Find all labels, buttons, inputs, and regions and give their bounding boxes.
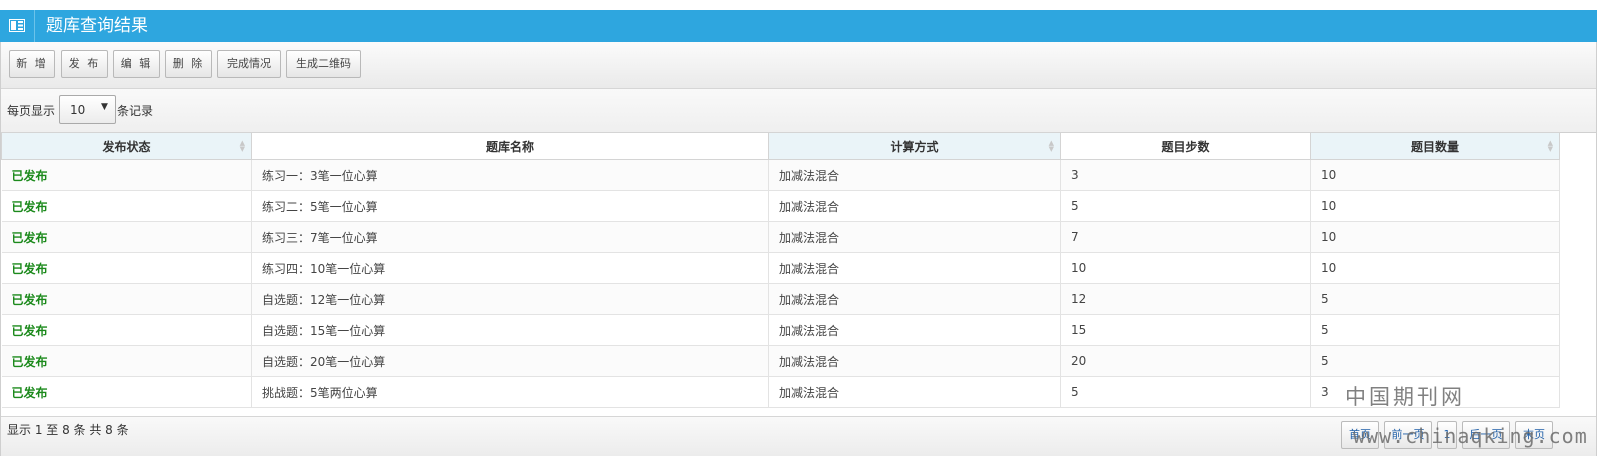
panel-icon-box — [0, 10, 35, 42]
cell-method: 加减法混合 — [768, 252, 1061, 284]
cell-steps: 5 — [1060, 376, 1311, 408]
column-header-label: 计算方式 — [890, 139, 939, 154]
table-row[interactable]: 已发布 自选题：15笔一位心算 加减法混合 15 5 — [1, 314, 1560, 346]
layout-icon — [9, 19, 25, 32]
completion-status-button[interactable]: 完成情况 — [217, 50, 281, 78]
toolbar: 新 增 发 布 编 辑 删 除 完成情况 生成二维码 — [1, 42, 1596, 89]
cell-status: 已发布 — [1, 283, 252, 315]
cell-status: 已发布 — [1, 314, 252, 346]
cell-status: 已发布 — [1, 252, 252, 284]
cell-count: 5 — [1310, 314, 1560, 346]
cell-status: 已发布 — [1, 190, 252, 222]
cell-method: 加减法混合 — [768, 159, 1061, 191]
cell-method: 加减法混合 — [768, 345, 1061, 377]
cell-count: 10 — [1310, 159, 1560, 191]
length-menu-suffix: 条记录 — [117, 104, 154, 118]
length-menu: 每页显示 10 ▼ 条记录 — [1, 89, 1596, 133]
cell-name: 自选题：15笔一位心算 — [251, 314, 769, 346]
sort-icon: ▲ ▼ — [1547, 139, 1553, 153]
column-header-label: 题库名称 — [485, 139, 534, 154]
column-header-label: 题目数量 — [1410, 139, 1459, 154]
cell-method: 加减法混合 — [768, 283, 1061, 315]
cell-count: 5 — [1310, 283, 1560, 315]
cell-name: 自选题：12笔一位心算 — [251, 283, 769, 315]
cell-status: 已发布 — [1, 376, 252, 408]
cell-count: 10 — [1310, 221, 1560, 253]
results-table: 发布状态 ▲ ▼ 题库名称 计算方式 ▲ ▼ 题目步数 题目数量 ▲ ▼ 已发布 练习一：3… — [1, 132, 1560, 408]
cell-method: 加减法混合 — [768, 314, 1061, 346]
table-row[interactable]: 已发布 练习二：5笔一位心算 加减法混合 5 10 — [1, 190, 1560, 222]
cell-count: 10 — [1310, 190, 1560, 222]
cell-name: 挑战题：5笔两位心算 — [251, 376, 769, 408]
cell-name: 练习三：7笔一位心算 — [251, 221, 769, 253]
cell-steps: 7 — [1060, 221, 1311, 253]
table-row[interactable]: 已发布 自选题：20笔一位心算 加减法混合 20 5 — [1, 345, 1560, 377]
column-header-method[interactable]: 计算方式 ▲ ▼ — [768, 132, 1061, 160]
column-header-name[interactable]: 题库名称 — [251, 132, 769, 160]
sort-icon: ▲ ▼ — [239, 139, 245, 153]
page-title: 题库查询结果 — [46, 16, 148, 36]
column-header-steps[interactable]: 题目步数 — [1060, 132, 1311, 160]
table-row[interactable]: 已发布 练习三：7笔一位心算 加减法混合 7 10 — [1, 221, 1560, 253]
delete-button[interactable]: 删 除 — [165, 50, 212, 78]
cell-count: 10 — [1310, 252, 1560, 284]
page-length-value: 10 — [70, 103, 86, 117]
watermark-title: 中国期刊网 — [1345, 385, 1465, 409]
cell-steps: 3 — [1060, 159, 1311, 191]
table-header-row: 发布状态 ▲ ▼ 题库名称 计算方式 ▲ ▼ 题目步数 题目数量 ▲ ▼ — [1, 132, 1560, 160]
generate-qrcode-button[interactable]: 生成二维码 — [286, 50, 361, 78]
cell-count: 5 — [1310, 345, 1560, 377]
column-header-label: 发布状态 — [102, 139, 151, 154]
cell-status: 已发布 — [1, 221, 252, 253]
page-length-select[interactable]: 10 ▼ — [59, 95, 116, 124]
table-row[interactable]: 已发布 练习四：10笔一位心算 加减法混合 10 10 — [1, 252, 1560, 284]
column-header-label: 题目步数 — [1161, 139, 1210, 154]
cell-status: 已发布 — [1, 345, 252, 377]
watermark-url: www.chinaqking.com — [1353, 424, 1588, 448]
cell-name: 练习二：5笔一位心算 — [251, 190, 769, 222]
table-info: 显示 1 至 8 条 共 8 条 — [7, 423, 129, 437]
cell-method: 加减法混合 — [768, 376, 1061, 408]
cell-method: 加减法混合 — [768, 190, 1061, 222]
panel-header: 题库查询结果 — [0, 10, 1597, 42]
cell-steps: 20 — [1060, 345, 1311, 377]
cell-status: 已发布 — [1, 159, 252, 191]
publish-button[interactable]: 发 布 — [61, 50, 108, 78]
cell-method: 加减法混合 — [768, 221, 1061, 253]
cell-steps: 15 — [1060, 314, 1311, 346]
edit-button[interactable]: 编 辑 — [113, 50, 160, 78]
cell-steps: 12 — [1060, 283, 1311, 315]
add-button[interactable]: 新 增 — [9, 50, 55, 78]
table-row[interactable]: 已发布 练习一：3笔一位心算 加减法混合 3 10 — [1, 159, 1560, 191]
cell-name: 自选题：20笔一位心算 — [251, 345, 769, 377]
column-header-status[interactable]: 发布状态 ▲ ▼ — [1, 132, 252, 160]
cell-steps: 5 — [1060, 190, 1311, 222]
dropdown-arrow-icon: ▼ — [101, 102, 108, 112]
sort-icon: ▲ ▼ — [1048, 139, 1054, 153]
cell-name: 练习一：3笔一位心算 — [251, 159, 769, 191]
cell-steps: 10 — [1060, 252, 1311, 284]
column-header-count[interactable]: 题目数量 ▲ ▼ — [1310, 132, 1560, 160]
table-row[interactable]: 已发布 挑战题：5笔两位心算 加减法混合 5 3 — [1, 376, 1560, 408]
length-menu-prefix: 每页显示 — [7, 104, 56, 118]
cell-name: 练习四：10笔一位心算 — [251, 252, 769, 284]
table-row[interactable]: 已发布 自选题：12笔一位心算 加减法混合 12 5 — [1, 283, 1560, 315]
